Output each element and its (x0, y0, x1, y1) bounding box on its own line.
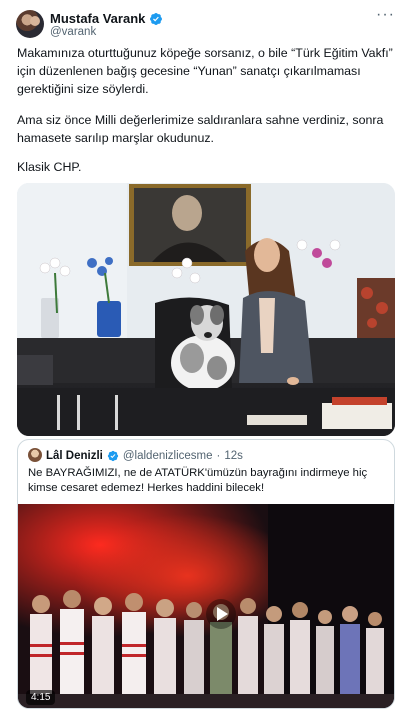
quoted-video[interactable]: 4:15 (18, 504, 394, 708)
tweet[interactable]: Mustafa Varank @varank ··· Makamınıza ot… (0, 0, 411, 714)
quoted-verified-badge-icon (107, 450, 118, 461)
play-icon[interactable] (206, 599, 236, 629)
tweet-photo[interactable] (17, 183, 395, 436)
quoted-tweet-header: Lâl Denizli @laldenizlicesme · 12s (46, 448, 243, 463)
quoted-author-handle[interactable]: @laldenizlicesme (123, 450, 213, 462)
tweet-text-paragraph-2: Ama siz önce Milli değerlerimize saldıra… (17, 113, 384, 145)
author-display-name[interactable]: Mustafa Varank (50, 11, 145, 26)
author-handle[interactable]: @varank (50, 26, 96, 38)
tweet-text-paragraph-3: Klasik CHP. (17, 160, 82, 174)
author-name-row[interactable]: Mustafa Varank (50, 11, 163, 26)
quoted-tweet-text: Ne BAYRAĞIMIZI, ne de ATATÜRK'ümüzün bay… (28, 467, 368, 494)
verified-badge-icon (150, 12, 163, 25)
office-photo-illustration (17, 183, 395, 436)
more-horizontal-icon[interactable]: ··· (376, 7, 395, 23)
video-duration-badge: 4:15 (26, 690, 56, 705)
quoted-author-avatar[interactable] (28, 448, 42, 462)
quoted-author-display-name[interactable]: Lâl Denizli (46, 450, 103, 462)
quoted-tweet-card[interactable]: Lâl Denizli @laldenizlicesme · 12s Ne BA… (17, 439, 395, 709)
quoted-timestamp[interactable]: 12s (224, 450, 243, 462)
author-avatar[interactable] (16, 10, 44, 38)
quoted-time-separator: · (216, 449, 221, 462)
tweet-text-paragraph-1: Makamınıza oturttuğunuz köpeğe sorsanız,… (17, 46, 393, 96)
